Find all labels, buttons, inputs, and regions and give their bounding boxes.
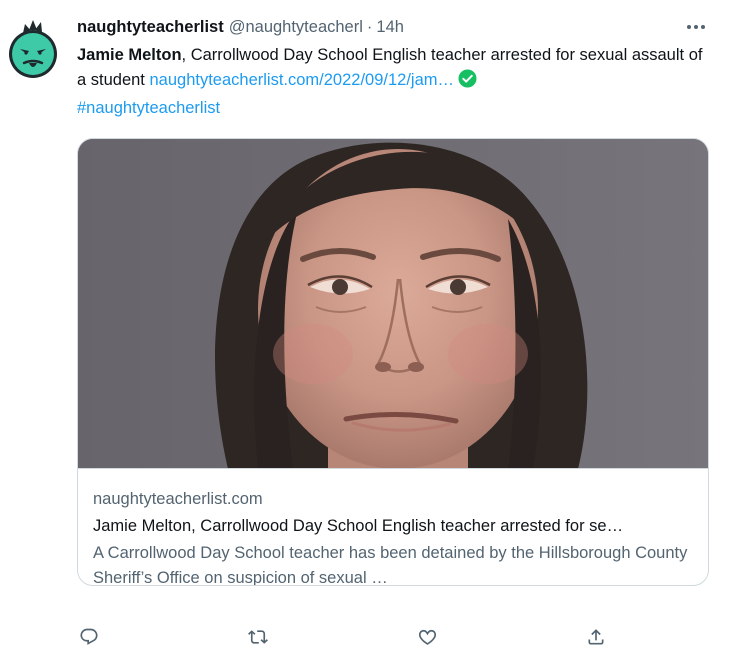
tweet-text: Jamie Melton, Carrollwood Day School Eng… <box>77 43 709 121</box>
like-button[interactable] <box>412 622 442 652</box>
link-preview-card[interactable]: naughtyteacherlist.com Jamie Melton, Car… <box>77 138 709 586</box>
card-domain: naughtyteacherlist.com <box>93 490 263 508</box>
more-options-button[interactable] <box>683 18 709 36</box>
check-circle-icon <box>458 69 477 96</box>
tweet-content: naughtyteacherlist @naughtyteacherl · 14… <box>77 14 709 645</box>
reply-button[interactable] <box>74 622 104 652</box>
hashtag-link[interactable]: #naughtyteacherlist <box>77 99 220 117</box>
green-devil-face-icon <box>9 20 57 78</box>
heart-icon <box>418 629 436 645</box>
separator-dot: · <box>366 18 373 36</box>
share-icon <box>588 629 604 645</box>
retweet-icon <box>248 630 268 644</box>
tweet-actions <box>77 622 617 652</box>
user-handle[interactable]: @naughtyteacherl <box>229 14 363 40</box>
tweet[interactable]: naughtyteacherlist @naughtyteacherl · 14… <box>0 0 737 663</box>
timestamp[interactable]: 14h <box>376 14 404 40</box>
card-description: A Carrollwood Day School teacher has bee… <box>93 544 688 586</box>
card-title: Jamie Melton, Carrollwood Day School Eng… <box>93 517 624 535</box>
card-photo <box>78 139 708 468</box>
avatar[interactable] <box>7 18 59 80</box>
share-button[interactable] <box>581 622 611 652</box>
tweet-text-name: Jamie Melton <box>77 46 182 64</box>
more-horizontal-icon <box>687 25 705 29</box>
tweet-header: naughtyteacherlist @naughtyteacherl · 14… <box>77 14 709 40</box>
display-name[interactable]: naughtyteacherlist <box>77 14 224 40</box>
retweet-button[interactable] <box>243 622 273 652</box>
card-image[interactable] <box>78 139 708 469</box>
reply-icon <box>80 628 98 645</box>
tweet-link[interactable]: naughtyteacherlist.com/2022/09/12/jam… <box>149 71 454 89</box>
card-body: naughtyteacherlist.com Jamie Melton, Car… <box>78 469 708 586</box>
